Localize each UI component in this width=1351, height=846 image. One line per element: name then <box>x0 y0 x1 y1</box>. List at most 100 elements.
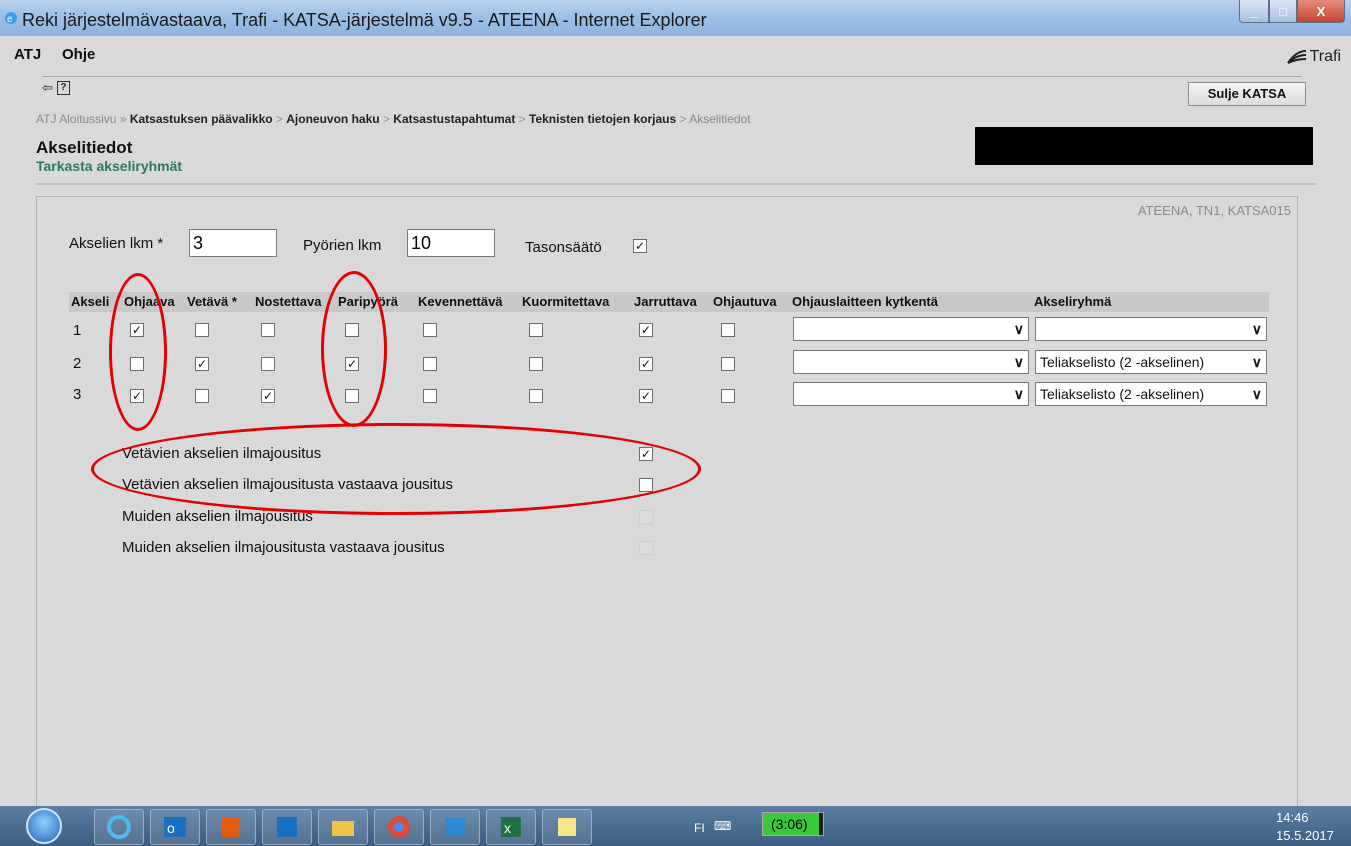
excel-taskbar-icon[interactable]: x <box>486 809 536 845</box>
svg-text:o: o <box>167 820 175 836</box>
chevron-down-icon: ∨ <box>1251 354 1262 370</box>
axle-count-label: Akselien lkm * <box>69 235 164 252</box>
row-1-axle: 1 <box>73 322 82 339</box>
maximize-button[interactable]: □ <box>1269 0 1297 23</box>
start-button[interactable] <box>26 808 62 844</box>
row-3-axle-group-select[interactable]: Teliakselisto (2 -akselinen) ∨ <box>1035 382 1267 406</box>
axle-count-input[interactable]: 3 <box>189 229 277 257</box>
close-button[interactable]: X <box>1297 0 1345 23</box>
clock-date[interactable]: 15.5.2017 <box>1276 828 1334 843</box>
divider <box>42 76 1302 77</box>
row-1-driving-checkbox[interactable] <box>195 323 209 337</box>
notes-taskbar-icon[interactable] <box>542 809 592 845</box>
suspension-label-4: Muiden akselien ilmajousitusta vastaava … <box>122 539 445 556</box>
row-1-unloadable-checkbox[interactable] <box>423 323 437 337</box>
svg-text:x: x <box>504 820 511 836</box>
minimize-button[interactable]: _ <box>1239 0 1269 23</box>
row-2-axle-group-value: Teliakselisto (2 -akselinen) <box>1040 354 1205 370</box>
outlook-icon: o <box>164 817 186 837</box>
header-liftable: Nostettava <box>255 294 322 309</box>
row-2-driving-checkbox[interactable]: ✓ <box>195 357 209 371</box>
page-title: Akselitiedot <box>36 138 133 157</box>
redacted-area <box>975 127 1313 165</box>
trafi-logo: Trafi <box>1286 48 1341 66</box>
sticky-notes-icon <box>558 818 576 836</box>
breadcrumb-current: Akselitiedot <box>689 112 751 126</box>
window-title: Reki järjestelmävastaava, Trafi - KATSA-… <box>22 10 707 30</box>
svg-text:e: e <box>7 14 13 25</box>
panel-id: ATEENA, TN1, KATSA015 <box>1137 203 1291 218</box>
chrome-taskbar-icon[interactable] <box>374 809 424 845</box>
row-3-braking-checkbox[interactable]: ✓ <box>639 389 653 403</box>
row-3-self-steering-checkbox[interactable] <box>721 389 735 403</box>
breadcrumb-tech-correction[interactable]: Teknisten tietojen korjaus <box>529 112 676 126</box>
app-taskbar-icon[interactable] <box>430 809 480 845</box>
row-3-unloadable-checkbox[interactable] <box>423 389 437 403</box>
ie-icon <box>107 815 131 839</box>
ie-taskbar-icon[interactable] <box>94 809 144 845</box>
chevron-down-icon: ∨ <box>1251 386 1262 402</box>
office-taskbar-icon[interactable] <box>206 809 256 845</box>
header-axle: Akseli <box>71 294 110 309</box>
row-2-loadable-checkbox[interactable] <box>529 357 543 371</box>
explorer-taskbar-icon[interactable] <box>318 809 368 845</box>
suspension-checkbox-3 <box>639 510 653 524</box>
menu-ohje[interactable]: Ohje <box>62 46 95 63</box>
row-2-axle: 2 <box>73 355 82 372</box>
sharepoint-taskbar-icon[interactable] <box>262 809 312 845</box>
battery-indicator[interactable]: (3:06) <box>762 812 824 836</box>
row-1-braking-checkbox[interactable]: ✓ <box>639 323 653 337</box>
chevron-down-icon: ∨ <box>1013 386 1024 402</box>
header-unloadable: Kevennettävä <box>418 294 503 309</box>
clock-time[interactable]: 14:46 <box>1276 810 1309 825</box>
keyboard-icon[interactable]: ⌨ <box>714 819 731 833</box>
header-self-steering: Ohjautuva <box>713 294 777 309</box>
taskbar: o x FI ⌨ 14:46 15.5.2017 <box>0 806 1351 846</box>
outlook-taskbar-icon[interactable]: o <box>150 809 200 845</box>
row-2-unloadable-checkbox[interactable] <box>423 357 437 371</box>
header-loadable: Kuormitettava <box>522 294 610 309</box>
excel-icon: x <box>501 817 521 837</box>
chrome-icon <box>388 816 410 838</box>
row-1-steering-link-select[interactable]: ∨ <box>793 317 1029 341</box>
suspension-checkbox-4 <box>639 541 653 555</box>
header-braking: Jarruttava <box>634 294 697 309</box>
language-indicator[interactable]: FI <box>694 821 705 835</box>
menu-atj[interactable]: ATJ <box>14 46 41 63</box>
leveling-label: Tasonsäätö <box>525 239 602 256</box>
help-icon[interactable]: ? <box>56 81 70 95</box>
header-driving: Vetävä * <box>187 294 237 309</box>
folder-icon <box>332 821 354 836</box>
trafi-logo-icon <box>1286 50 1306 64</box>
sharepoint-icon <box>277 817 297 837</box>
annotation-ellipse-suspension <box>91 423 701 515</box>
trafi-logo-text: Trafi <box>1309 48 1341 65</box>
close-katsa-button[interactable]: Sulje KATSA <box>1188 82 1306 106</box>
breadcrumb-inspection-events[interactable]: Katsastustapahtumat <box>393 112 515 126</box>
page-subtitle: Tarkasta akseliryhmät <box>36 158 183 174</box>
breadcrumb-main-menu[interactable]: Katsastuksen päävalikko <box>130 112 273 126</box>
breadcrumb: ATJ Aloitussivu » Katsastuksen päävalikk… <box>36 112 751 126</box>
row-1-self-steering-checkbox[interactable] <box>721 323 735 337</box>
row-2-braking-checkbox[interactable]: ✓ <box>639 357 653 371</box>
row-1-liftable-checkbox[interactable] <box>261 323 275 337</box>
table-header: Akseli Ohjaava Vetävä * Nostettava Parip… <box>69 292 1269 312</box>
breadcrumb-vehicle-search[interactable]: Ajoneuvon haku <box>286 112 379 126</box>
back-arrow-icon[interactable]: ⇦ <box>42 80 53 96</box>
row-2-steering-link-select[interactable]: ∨ <box>793 350 1029 374</box>
row-3-driving-checkbox[interactable] <box>195 389 209 403</box>
row-2-liftable-checkbox[interactable] <box>261 357 275 371</box>
row-3-steering-link-select[interactable]: ∨ <box>793 382 1029 406</box>
leveling-checkbox[interactable]: ✓ <box>633 239 647 253</box>
row-2-axle-group-select[interactable]: Teliakselisto (2 -akselinen) ∨ <box>1035 350 1267 374</box>
chevron-down-icon: ∨ <box>1251 321 1262 337</box>
office-icon <box>222 817 240 837</box>
wheel-count-input[interactable]: 10 <box>407 229 495 257</box>
row-1-loadable-checkbox[interactable] <box>529 323 543 337</box>
row-3-loadable-checkbox[interactable] <box>529 389 543 403</box>
row-2-self-steering-checkbox[interactable] <box>721 357 735 371</box>
row-1-axle-group-select[interactable]: ∨ <box>1035 317 1267 341</box>
row-3-axle: 3 <box>73 386 82 403</box>
row-3-liftable-checkbox[interactable]: ✓ <box>261 389 275 403</box>
breadcrumb-home[interactable]: ATJ Aloitussivu <box>36 112 116 126</box>
